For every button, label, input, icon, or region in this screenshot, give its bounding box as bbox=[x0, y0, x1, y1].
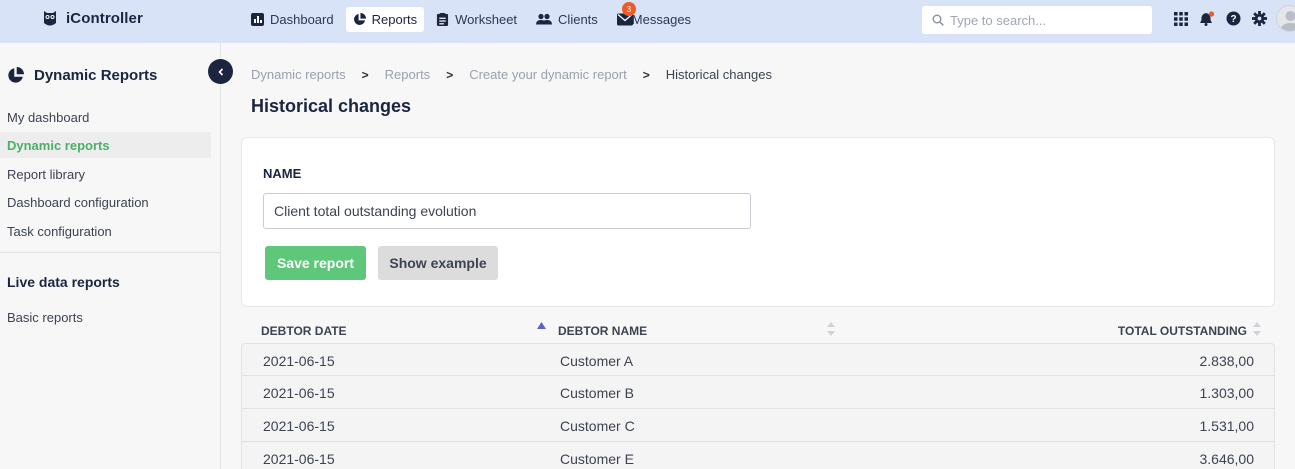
nav-clients[interactable]: Clients bbox=[529, 7, 605, 32]
column-header-debtor-name[interactable]: DEBTOR NAME bbox=[558, 324, 647, 338]
nav-worksheet-label: Worksheet bbox=[455, 12, 518, 27]
sidebar-section-title: Live data reports bbox=[7, 274, 120, 290]
main-nav: Dashboard Reports Worksheet Clients 3 Me… bbox=[244, 2, 703, 32]
chevron-left-icon bbox=[217, 67, 223, 76]
table-row[interactable]: 2021-06-15 Customer E 3.646,00 bbox=[241, 442, 1275, 469]
nav-reports[interactable]: Reports bbox=[345, 7, 425, 32]
report-name-input[interactable] bbox=[263, 193, 751, 229]
cell-total-outstanding: 3.646,00 bbox=[1199, 451, 1255, 467]
cell-debtor-name: Customer B bbox=[560, 385, 634, 401]
users-icon bbox=[536, 13, 553, 25]
column-header-debtor-date[interactable]: DEBTOR DATE bbox=[261, 324, 347, 338]
apps-grid-icon[interactable] bbox=[1172, 10, 1190, 28]
nav-clients-label: Clients bbox=[558, 12, 598, 27]
cell-total-outstanding: 1.303,00 bbox=[1199, 385, 1255, 401]
name-label: NAME bbox=[263, 166, 302, 181]
nav-messages-label: Messages bbox=[631, 12, 692, 27]
breadcrumb-create-report[interactable]: Create your dynamic report bbox=[469, 67, 627, 82]
nav-worksheet[interactable]: Worksheet bbox=[429, 7, 524, 32]
breadcrumb-reports[interactable]: Reports bbox=[385, 67, 431, 82]
breadcrumb-dynamic-reports[interactable]: Dynamic reports bbox=[251, 67, 346, 82]
nav-messages[interactable]: 3 Messages bbox=[610, 2, 698, 32]
column-header-label: DEBTOR DATE bbox=[261, 324, 347, 338]
sidebar-title: Dynamic Reports bbox=[7, 67, 157, 84]
sort-icon[interactable] bbox=[827, 322, 835, 336]
search-icon bbox=[932, 14, 944, 26]
nav-dashboard[interactable]: Dashboard bbox=[244, 7, 341, 32]
sidebar-divider bbox=[0, 252, 221, 253]
sidebar-item-report-library[interactable]: Report library bbox=[0, 161, 211, 187]
breadcrumb: Dynamic reports > Reports > Create your … bbox=[251, 67, 772, 82]
cell-debtor-date: 2021-06-15 bbox=[263, 418, 335, 434]
avatar[interactable] bbox=[1276, 5, 1295, 32]
search-input[interactable] bbox=[950, 12, 1140, 28]
help-icon[interactable]: ? bbox=[1224, 10, 1242, 28]
save-report-button[interactable]: Save report bbox=[265, 246, 366, 280]
sidebar-item-task-configuration[interactable]: Task configuration bbox=[0, 218, 211, 244]
table-body: 2021-06-15 Customer A 2.838,00 2021-06-1… bbox=[241, 343, 1275, 469]
page-title: Historical changes bbox=[251, 96, 412, 116]
nav-reports-label: Reports bbox=[371, 12, 418, 27]
owl-icon bbox=[44, 11, 56, 26]
breadcrumb-separator-icon: > bbox=[446, 67, 454, 82]
sidebar-item-dynamic-reports[interactable]: Dynamic reports bbox=[0, 132, 211, 158]
sidebar-item-dashboard-configuration[interactable]: Dashboard configuration bbox=[0, 189, 211, 215]
sidebar-item-my-dashboard[interactable]: My dashboard bbox=[0, 104, 211, 130]
chart-icon bbox=[251, 13, 264, 26]
sidebar-item-basic-reports[interactable]: Basic reports bbox=[0, 304, 211, 330]
table-row[interactable]: 2021-06-15 Customer A 2.838,00 bbox=[241, 343, 1275, 376]
cell-total-outstanding: 1.531,00 bbox=[1199, 418, 1255, 434]
cell-total-outstanding: 2.838,00 bbox=[1199, 353, 1255, 369]
clipboard-icon bbox=[437, 13, 449, 26]
sidebar: Dynamic Reports My dashboard Dynamic rep… bbox=[0, 43, 221, 469]
cell-debtor-name: Customer A bbox=[560, 353, 634, 369]
sidebar-title-label: Dynamic Reports bbox=[34, 67, 158, 84]
svg-text:?: ? bbox=[1230, 14, 1236, 25]
sort-icon[interactable] bbox=[1253, 322, 1261, 336]
sort-asc-icon[interactable] bbox=[537, 322, 546, 330]
sidebar-collapse-button[interactable] bbox=[208, 59, 233, 84]
cell-debtor-name: Customer E bbox=[560, 451, 634, 467]
app-logo[interactable]: iController bbox=[43, 9, 143, 27]
nav-dashboard-label: Dashboard bbox=[270, 12, 334, 27]
column-header-label: TOTAL OUTSTANDING bbox=[1117, 324, 1247, 338]
breadcrumb-separator-icon: > bbox=[642, 67, 650, 82]
breadcrumb-separator-icon: > bbox=[361, 67, 369, 82]
app-name: iController bbox=[66, 9, 143, 27]
top-icons: ? bbox=[1172, 5, 1295, 32]
top-bar: iController Dashboard Reports Worksheet … bbox=[0, 0, 1295, 43]
table-row[interactable]: 2021-06-15 Customer C 1.531,00 bbox=[241, 409, 1275, 442]
pie-chart-icon bbox=[8, 67, 24, 83]
gear-icon[interactable] bbox=[1250, 10, 1268, 28]
search-box[interactable] bbox=[922, 6, 1152, 34]
report-form-card: NAME Save report Show example bbox=[241, 137, 1275, 307]
breadcrumb-current: Historical changes bbox=[665, 67, 772, 82]
column-header-total-outstanding[interactable]: TOTAL OUTSTANDING bbox=[1118, 324, 1247, 338]
column-header-label: DEBTOR NAME bbox=[558, 324, 648, 338]
table-header: DEBTOR DATE DEBTOR NAME TOTAL OUTSTANDIN… bbox=[241, 316, 1275, 343]
cell-debtor-name: Customer C bbox=[560, 418, 635, 434]
bell-icon[interactable] bbox=[1198, 10, 1216, 28]
cell-debtor-date: 2021-06-15 bbox=[263, 385, 335, 401]
table-row[interactable]: 2021-06-15 Customer B 1.303,00 bbox=[241, 376, 1275, 409]
show-example-button[interactable]: Show example bbox=[378, 246, 498, 280]
pie-chart-icon bbox=[353, 13, 366, 25]
cell-debtor-date: 2021-06-15 bbox=[263, 353, 335, 369]
messages-badge: 3 bbox=[621, 2, 636, 16]
cell-debtor-date: 2021-06-15 bbox=[263, 451, 335, 467]
